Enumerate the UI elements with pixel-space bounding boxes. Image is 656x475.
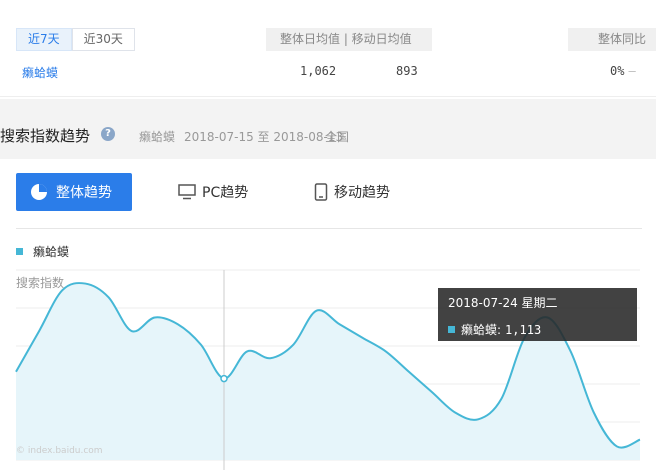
legend-swatch — [16, 248, 23, 255]
yoy-value: 0% — — [610, 64, 636, 78]
tooltip-value: 1,113 — [505, 322, 542, 337]
section-keyword: 癞蛤蟆 — [139, 130, 176, 144]
tooltip-row: 癞蛤蟆: 1,113 — [448, 321, 541, 338]
column-header-avg: 整体日均值 | 移动日均值 — [266, 28, 432, 51]
date-range: 2018-07-15 至 2018-08-13 — [184, 130, 344, 144]
tab-pc-label: PC趋势 — [202, 185, 249, 201]
keyword-link[interactable]: 癞蛤蟆 — [22, 64, 58, 81]
column-header-yoy: 整体同比 — [568, 28, 656, 51]
section-title: 搜索指数趋势 — [0, 127, 91, 145]
tab-mobile-trend[interactable]: 移动趋势 — [314, 182, 390, 202]
tab-pc-trend[interactable]: PC趋势 — [178, 182, 248, 202]
monitor-icon — [178, 184, 196, 200]
tab-mobile-label: 移动趋势 — [334, 185, 390, 201]
watermark: © index.baidu.com — [16, 446, 103, 456]
divider — [16, 228, 642, 229]
help-icon[interactable]: ? — [101, 127, 115, 141]
overall-avg-value: 1,062 — [300, 64, 337, 78]
highlight-point — [220, 374, 228, 383]
region: 全国 — [325, 130, 350, 144]
range-tabs: 近7天 近30天 — [16, 28, 135, 51]
mobile-phone-icon — [314, 183, 328, 201]
divider — [0, 96, 656, 97]
chart-tooltip: 2018-07-24 星期二 癞蛤蟆: 1,113 — [438, 288, 637, 341]
chart-legend[interactable]: 癞蛤蟆 — [16, 243, 69, 260]
tab-overall-label: 整体趋势 — [56, 185, 112, 201]
trend-tabs: 整体趋势 PC趋势 移动趋势 — [0, 160, 656, 230]
tooltip-date: 2018-07-24 星期二 — [448, 296, 558, 310]
tab-overall-trend[interactable]: 整体趋势 — [16, 173, 132, 211]
range-tab-7d[interactable]: 近7天 — [16, 28, 72, 51]
pie-chart-icon — [31, 184, 47, 200]
range-tab-30d[interactable]: 近30天 — [71, 28, 135, 51]
y-axis-label: 搜索指数 — [16, 276, 65, 290]
tooltip-swatch — [448, 326, 455, 333]
tooltip-series: 癞蛤蟆: — [461, 323, 502, 337]
mobile-avg-value: 893 — [396, 64, 418, 78]
legend-label: 癞蛤蟆 — [33, 245, 70, 259]
